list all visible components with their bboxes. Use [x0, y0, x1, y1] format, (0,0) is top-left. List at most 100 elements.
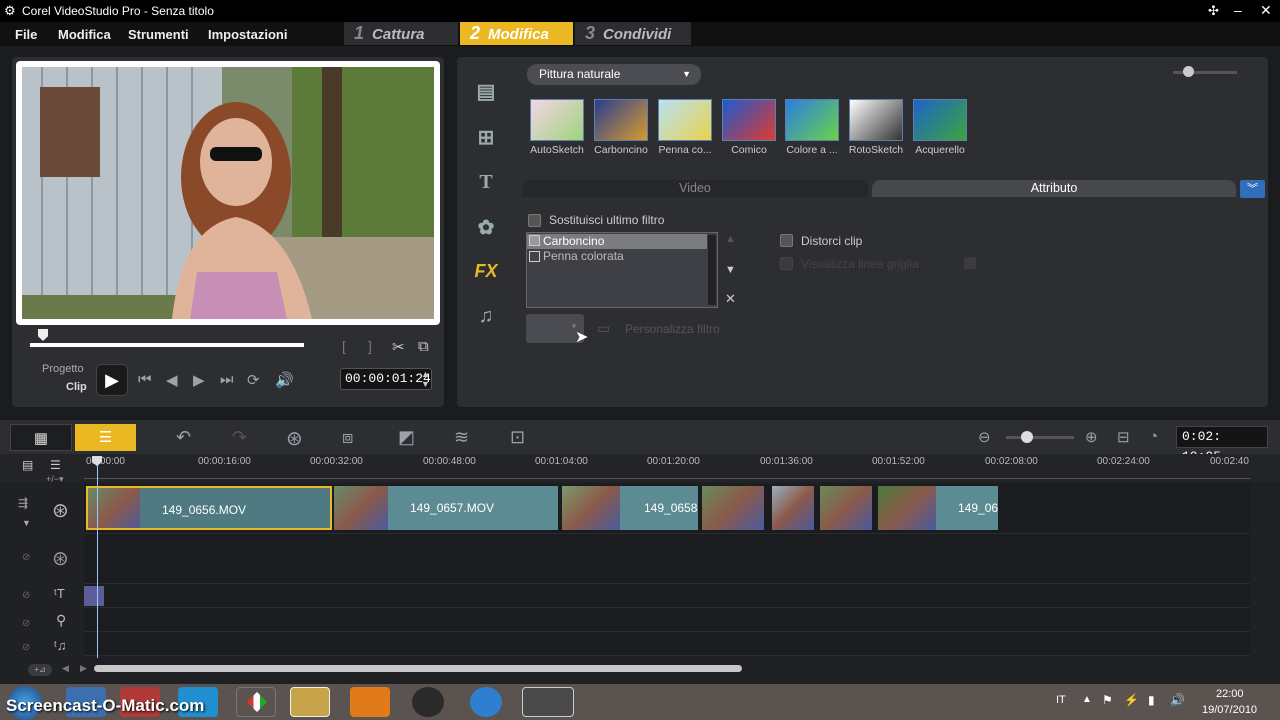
menu-tools[interactable]: Strumenti	[128, 27, 189, 42]
filter-rotosketch[interactable]	[849, 99, 903, 141]
grid-options-icon[interactable]: ▦	[963, 253, 977, 271]
next-frame-icon[interactable]: ▶	[193, 371, 205, 389]
menu-settings[interactable]: Impostazioni	[208, 27, 287, 42]
enlarge-icon[interactable]: ⧉	[418, 338, 429, 355]
video-clip[interactable]: 149_0658	[562, 486, 698, 530]
overlay-track-icon[interactable]: ⊛	[52, 546, 69, 571]
title-track-icon[interactable]: ᵗT	[54, 586, 65, 601]
filter-comico[interactable]	[722, 99, 776, 141]
close-button[interactable]: ✕	[1260, 2, 1272, 19]
filter-penna-colorata[interactable]	[658, 99, 712, 141]
title-clip[interactable]	[84, 586, 104, 606]
move-up-icon[interactable]: ▲	[725, 233, 736, 245]
music-track-icon[interactable]: ᵗ♫	[54, 638, 67, 653]
mode-clip[interactable]: Clip	[66, 381, 87, 393]
undo-icon[interactable]: ↶	[176, 427, 191, 448]
thumbnail-size-handle[interactable]	[1183, 66, 1194, 77]
video-track[interactable]: 149_0656.MOV 149_0657.MOV 149_0658 149_0…	[84, 484, 1250, 534]
tab-capture[interactable]: 1 Cattura	[344, 22, 458, 45]
volume-icon[interactable]: 🔊	[275, 371, 294, 389]
zoom-slider-handle[interactable]	[1021, 431, 1033, 443]
music-track[interactable]	[84, 632, 1250, 656]
filter-fx-icon[interactable]: FX	[471, 261, 501, 289]
track-visibility-icon[interactable]: ⇶	[18, 496, 28, 510]
preview-video[interactable]	[22, 67, 434, 319]
smart-proxy-icon[interactable]: ⧈	[342, 427, 353, 448]
customize-filter-icon[interactable]: ▭	[597, 320, 610, 337]
menu-file[interactable]: File	[15, 27, 37, 42]
language-indicator[interactable]: IT	[1056, 694, 1066, 706]
video-clip[interactable]	[772, 486, 814, 530]
move-down-icon[interactable]: ▼	[725, 264, 736, 276]
filter-carboncino[interactable]	[594, 99, 648, 141]
add-track-icon[interactable]: +⊿	[28, 664, 52, 676]
timeline-view-icon[interactable]: ☰	[75, 424, 136, 451]
mode-project[interactable]: Progetto	[42, 363, 84, 375]
music-lock-icon[interactable]: ⊘	[22, 642, 30, 653]
zoom-in-icon[interactable]: ⊕	[1085, 428, 1098, 446]
scrubber-bar[interactable]	[30, 343, 304, 347]
fit-project-icon[interactable]: ⊟	[1117, 428, 1130, 446]
end-icon[interactable]: ⏭	[220, 371, 234, 388]
clock-date[interactable]: 19/07/2010	[1202, 704, 1257, 716]
network-icon[interactable]: ▮	[1148, 693, 1155, 707]
zoom-out-icon[interactable]: ⊖	[978, 428, 991, 446]
replace-last-filter-checkbox[interactable]	[528, 214, 541, 227]
flag-tray-icon[interactable]: ⚑	[1102, 693, 1113, 707]
show-hidden-icon[interactable]: ▲	[1082, 694, 1092, 705]
storyboard-view-icon[interactable]: ▦	[10, 424, 72, 451]
playhead[interactable]	[97, 462, 98, 658]
list-item[interactable]: Carboncino	[543, 234, 604, 248]
voice-track-icon[interactable]: ⚲	[56, 612, 66, 629]
applied-filters-list[interactable]: Carboncino Penna colorata	[526, 232, 718, 308]
timecode-up-icon[interactable]: ▲	[421, 369, 430, 379]
filter-autosketch[interactable]	[530, 99, 584, 141]
menu-edit[interactable]: Modifica	[58, 27, 111, 42]
record-capture-icon[interactable]: ⊛	[286, 426, 303, 451]
show-grid-checkbox[interactable]	[780, 257, 793, 270]
auto-music-icon[interactable]: ◩	[398, 427, 415, 448]
power-icon[interactable]: ⚡	[1124, 693, 1139, 707]
customize-filter-label[interactable]: Personalizza filtro	[625, 322, 720, 336]
category-dropdown[interactable]: Pittura naturale ▼	[527, 64, 701, 85]
folder-icon[interactable]	[290, 687, 330, 717]
voice-lock-icon[interactable]: ⊘	[22, 618, 30, 629]
title-lock-icon[interactable]: ⊘	[22, 590, 30, 601]
collapse-options-icon[interactable]: ︾	[1240, 180, 1265, 198]
minimize-button[interactable]: –	[1234, 2, 1242, 18]
filter-checkbox[interactable]	[529, 235, 540, 246]
clock-time[interactable]: 22:00	[1216, 688, 1244, 700]
zoom-slider[interactable]	[1006, 436, 1074, 439]
mark-out-button[interactable]: ]	[368, 338, 372, 354]
ie-icon[interactable]	[470, 687, 502, 717]
scissors-icon[interactable]: ✂	[392, 338, 405, 356]
graphic-icon[interactable]: ✿	[471, 215, 501, 243]
video-clip[interactable]	[702, 486, 764, 530]
mark-in-button[interactable]: [	[342, 338, 346, 354]
motion-track-icon[interactable]: ⊡	[510, 427, 525, 448]
video-clip[interactable]: 149_06	[878, 486, 998, 530]
distort-clip-checkbox[interactable]	[780, 234, 793, 247]
app-icon[interactable]: ⚙	[4, 3, 16, 19]
track-manager-icon[interactable]: ▤	[22, 458, 33, 472]
remove-filter-icon[interactable]: ✕	[725, 291, 736, 307]
chapter-icon[interactable]: ☰	[50, 458, 61, 472]
timeline-ruler[interactable]: ▤ ☰ +/−▾	[0, 454, 1280, 484]
list-scrollbar[interactable]	[708, 235, 716, 305]
taskbar-app-icon[interactable]	[236, 687, 276, 717]
tab-video[interactable]: Video	[522, 180, 868, 197]
videostudio-taskbar-icon[interactable]	[522, 687, 574, 717]
scrubber-handle[interactable]	[38, 329, 48, 341]
timecode-down-icon[interactable]: ▼	[421, 379, 430, 389]
scroll-left-icon[interactable]: ◀	[62, 663, 69, 674]
transition-icon[interactable]: ⊞	[471, 125, 501, 153]
audio-icon[interactable]: ♫	[471, 305, 501, 333]
tools-icon[interactable]: ✣	[1208, 3, 1219, 19]
timecode-field[interactable]: 00:00:01:24	[340, 368, 432, 390]
track-expand-icon[interactable]: ▼	[22, 518, 31, 528]
video-track-icon[interactable]: ⊛	[52, 498, 69, 523]
video-clip[interactable]	[820, 486, 872, 530]
media-icon[interactable]: ▤	[471, 79, 501, 107]
hp-icon[interactable]	[412, 687, 444, 717]
filter-checkbox[interactable]	[529, 251, 540, 262]
